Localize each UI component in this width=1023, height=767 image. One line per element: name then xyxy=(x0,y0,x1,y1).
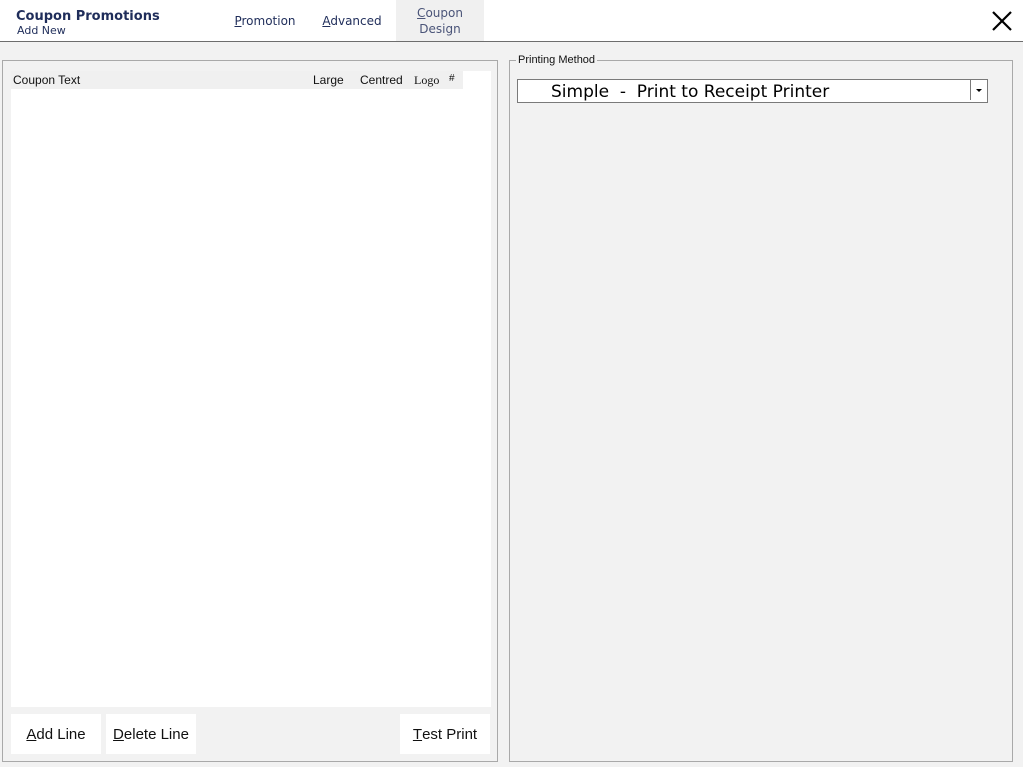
tab-advanced-label: dvanced xyxy=(330,13,382,28)
test-print-button[interactable]: Test Print xyxy=(400,714,490,754)
delete-line-mnemonic: D xyxy=(113,725,124,743)
tab-promotion-mnemonic: P xyxy=(234,13,242,28)
tab-coupon-design[interactable]: Coupon Design xyxy=(396,0,484,41)
app-title: Coupon Promotions xyxy=(16,9,160,24)
test-print-label: est Print xyxy=(422,725,478,743)
tab-promotion[interactable]: Promotion xyxy=(229,0,301,41)
grid-header: Coupon Text Large Centred Logo # xyxy=(11,71,463,89)
tab-coupon-design-label-line2: Design xyxy=(419,21,461,36)
column-header-centred: Centred xyxy=(360,73,403,87)
column-header-number: # xyxy=(449,73,455,84)
app-subtitle: Add New xyxy=(17,24,66,37)
close-button[interactable] xyxy=(989,8,1015,34)
delete-line-button[interactable]: Delete Line xyxy=(106,714,196,754)
printing-method-select[interactable]: Simple - Print to Receipt Printer xyxy=(517,79,988,103)
add-line-button[interactable]: Add Line xyxy=(11,714,101,754)
chevron-down-icon xyxy=(976,88,982,92)
tab-coupon-design-label-line1: oupon xyxy=(425,5,463,20)
tab-promotion-label: romotion xyxy=(241,13,296,28)
column-header-coupon-text: Coupon Text xyxy=(13,73,81,87)
close-icon xyxy=(992,11,1012,31)
coupon-text-grid[interactable]: Coupon Text Large Centred Logo # xyxy=(11,71,491,707)
delete-line-label: elete Line xyxy=(123,725,189,743)
dropdown-button[interactable] xyxy=(970,80,987,100)
test-print-mnemonic: T xyxy=(412,725,423,743)
column-header-large: Large xyxy=(313,73,344,87)
printing-method-label: Printing Method xyxy=(516,54,598,66)
tab-advanced[interactable]: Advanced xyxy=(316,0,388,41)
add-line-label: dd Line xyxy=(36,725,86,743)
printing-method-value: Simple - Print to Receipt Printer xyxy=(551,82,830,102)
add-line-mnemonic: A xyxy=(26,725,37,743)
column-header-logo: Logo xyxy=(414,73,440,87)
header-bar: Coupon Promotions Add New Promotion Adva… xyxy=(0,0,1023,42)
printing-method-group xyxy=(509,60,1013,762)
coupon-text-panel: Coupon Text Large Centred Logo # Add Lin… xyxy=(2,60,498,762)
